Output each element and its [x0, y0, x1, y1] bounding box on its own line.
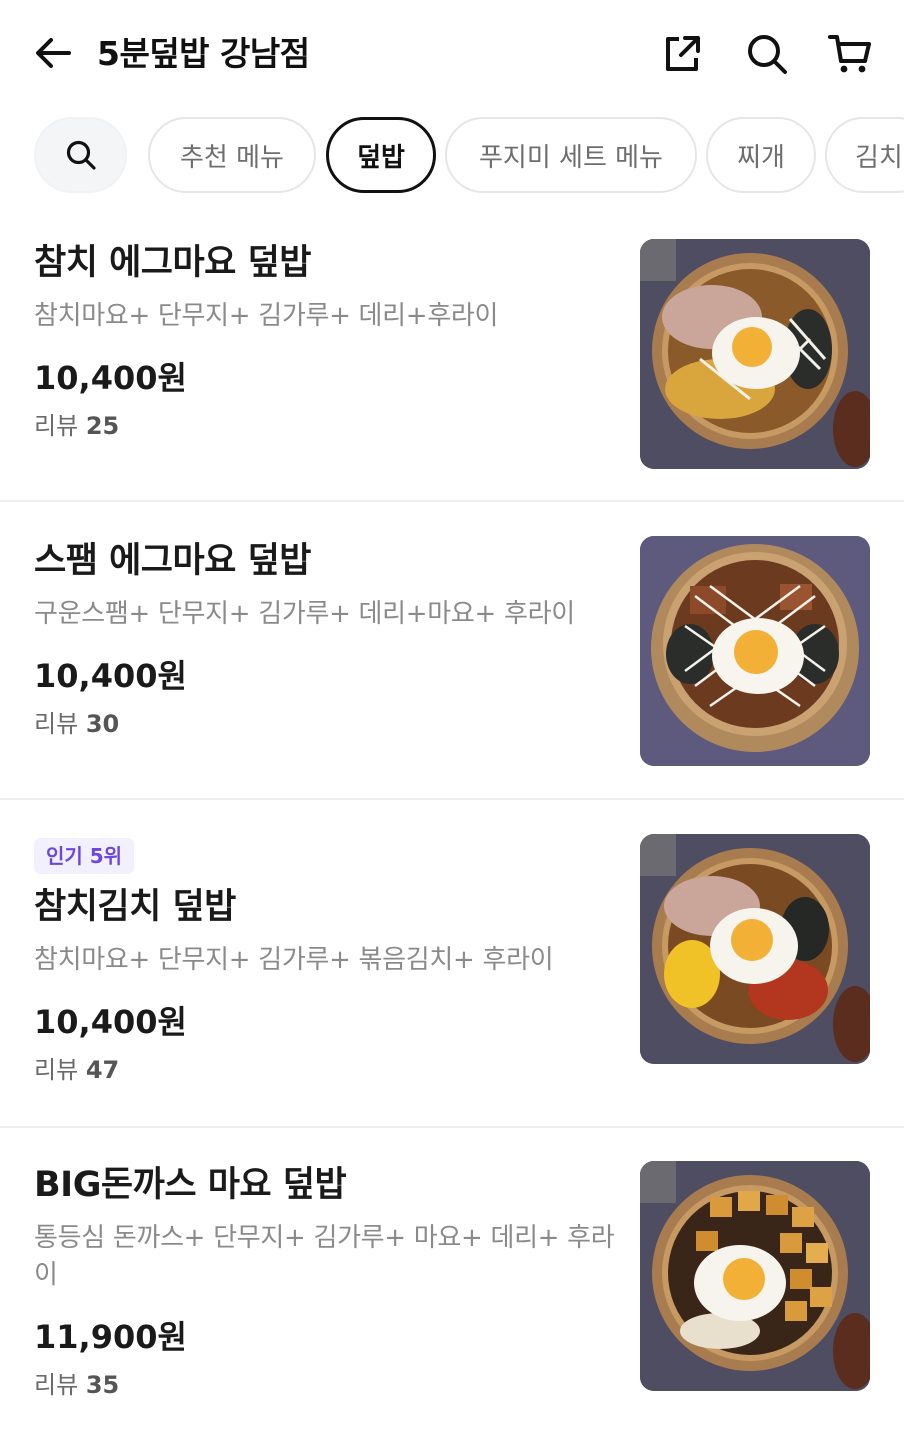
menu-item-name: BIG돈까스 마요 덮밥: [34, 1165, 347, 1205]
share-icon: [666, 36, 700, 71]
page-title: 5분덮밥 강남점: [97, 34, 310, 73]
menu-item[interactable]: BIG돈까스 마요 덮밥 통등심 돈까스+ 단무지+ 김가루+ 마요+ 데리+ …: [0, 1128, 904, 1440]
menu-item-price: 10,400원: [34, 1003, 187, 1041]
tab-stew[interactable]: 찌개: [706, 117, 816, 193]
menu-item-description: 구운스팸+ 단무지+ 김가루+ 데리+마요+ 후라이: [34, 599, 575, 629]
cart-icon: [828, 35, 871, 73]
review-count: 리뷰 35: [34, 1371, 120, 1399]
tab-deopbap[interactable]: 덮밥: [326, 117, 436, 193]
menu-item-description: 통등심 돈까스+ 단무지+ 김가루+ 마요+ 데리+ 후라이: [34, 1223, 615, 1290]
menu-item-description: 참치마요+ 단무지+ 김가루+ 볶음김치+ 후라이: [34, 945, 554, 975]
menu-item-price: 11,900원: [34, 1318, 187, 1356]
arrow-left-icon: [36, 38, 71, 68]
review-count: 리뷰 25: [34, 412, 120, 440]
menu-item-price: 10,400원: [34, 359, 187, 397]
menu-item-description: 참치마요+ 단무지+ 김가루+ 데리+후라이: [34, 301, 499, 331]
menu-item-photo[interactable]: [640, 239, 870, 469]
menu-item-photo[interactable]: [640, 536, 870, 766]
search-icon: [66, 140, 96, 170]
menu-item-photo[interactable]: [640, 1161, 870, 1391]
back-button[interactable]: [30, 30, 76, 76]
search-button[interactable]: [743, 30, 791, 78]
tab-recommended[interactable]: 추천 메뉴: [148, 117, 316, 193]
menu-item[interactable]: 스팸 에그마요 덮밥 구운스팸+ 단무지+ 김가루+ 데리+마요+ 후라이 10…: [0, 502, 904, 800]
menu-item[interactable]: 인기 5위 참치김치 덮밥 참치마요+ 단무지+ 김가루+ 볶음김치+ 후라이 …: [0, 800, 904, 1128]
review-count: 리뷰 30: [34, 710, 120, 738]
cart-button[interactable]: [826, 30, 874, 78]
popularity-badge: 인기 5위: [34, 838, 135, 874]
tab-kimchi[interactable]: 김치: [825, 117, 904, 193]
search-icon: [748, 35, 787, 74]
menu-item-name: 참치김치 덮밥: [34, 887, 236, 927]
share-button[interactable]: [658, 30, 706, 78]
menu-item-photo[interactable]: [640, 834, 870, 1064]
review-count: 리뷰 47: [34, 1056, 120, 1084]
app-header: 5분덮밥 강남점: [0, 0, 904, 108]
category-tabs: 추천 메뉴 덮밥 푸지미 세트 메뉴 찌개 김치: [0, 117, 904, 194]
menu-item[interactable]: 참치 에그마요 덮밥 참치마요+ 단무지+ 김가루+ 데리+후라이 10,400…: [0, 202, 904, 502]
menu-item-name: 스팸 에그마요 덮밥: [34, 541, 311, 581]
tab-set-menu[interactable]: 푸지미 세트 메뉴: [445, 117, 697, 193]
menu-search-button[interactable]: [34, 117, 127, 193]
menu-item-name: 참치 에그마요 덮밥: [34, 243, 311, 283]
menu-item-price: 10,400원: [34, 657, 187, 695]
